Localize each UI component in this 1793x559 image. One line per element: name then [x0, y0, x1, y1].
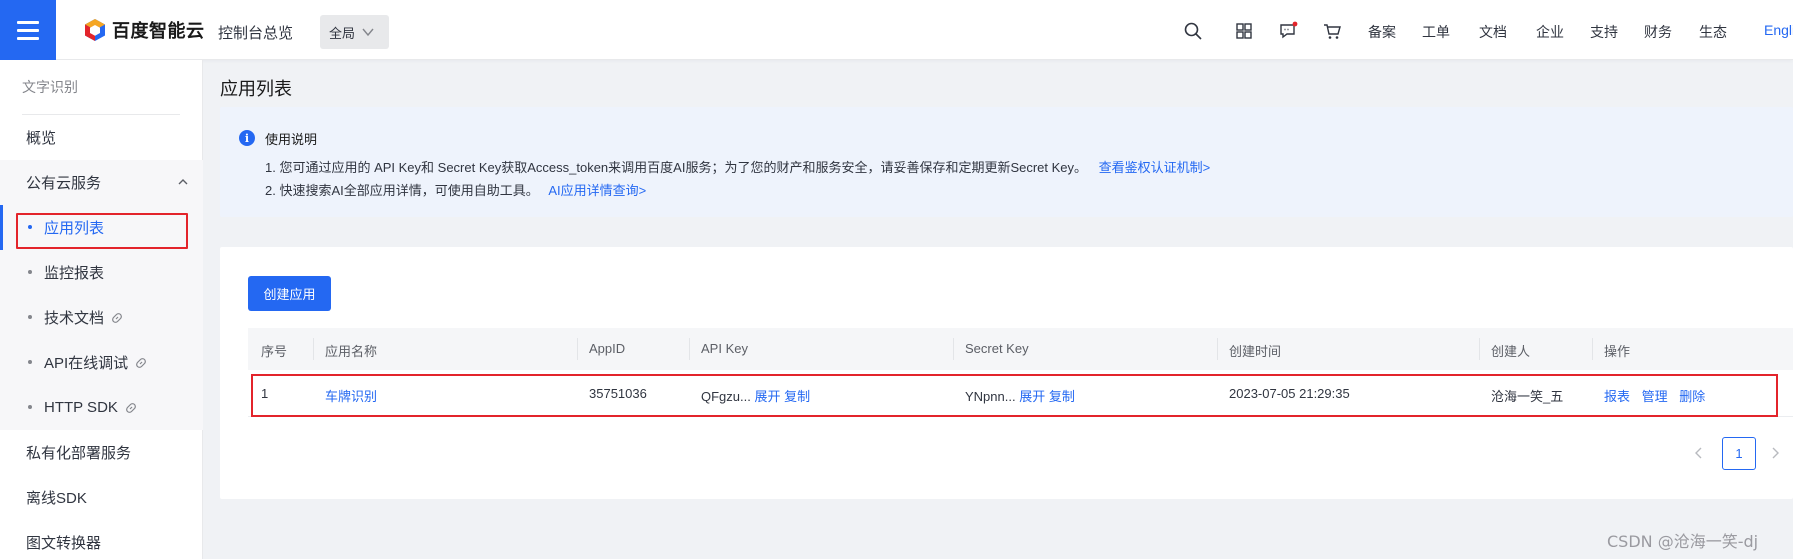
info-title: 使用说明 — [265, 132, 318, 147]
nav-docs[interactable]: 文档 — [1479, 22, 1507, 42]
nav-finance[interactable]: 财务 — [1644, 22, 1672, 42]
sidebar-item-monitoring[interactable]: 监控报表 — [0, 250, 203, 295]
nav-icp[interactable]: 备案 — [1368, 22, 1396, 42]
highlight-box-row — [251, 374, 1778, 417]
bullet-dot — [28, 405, 32, 409]
bullet-dot — [28, 315, 32, 319]
sidebar-item-api-debug[interactable]: API在线调试 — [0, 340, 203, 385]
region-select[interactable]: 全局 — [320, 15, 389, 49]
watermark: CSDN @沧海一笑-dj — [1607, 532, 1759, 551]
pager-page-current[interactable]: 1 — [1722, 437, 1756, 470]
sidebar-item-offline-sdk[interactable]: 离线SDK — [0, 475, 203, 520]
column-header: API Key — [701, 341, 748, 356]
bullet-dot — [28, 360, 32, 364]
table-header: 序号 应用名称 AppID API Key Secret Key 创建时间 创建… — [248, 328, 1793, 370]
sidebar-item-label: 图文转换器 — [26, 535, 102, 552]
sidebar-item-label: 公有云服务 — [26, 175, 102, 192]
nav-enterprise[interactable]: 企业 — [1536, 22, 1564, 42]
menu-icon[interactable] — [0, 0, 56, 60]
column-header: 操作 — [1604, 344, 1631, 359]
column-separator — [1217, 338, 1218, 360]
active-indicator — [0, 205, 3, 250]
column-separator — [953, 338, 954, 360]
column-separator — [1479, 338, 1480, 360]
info-text: 1. 您可通过应用的 API Key和 Secret Key获取Access_t… — [265, 160, 1088, 175]
column-separator — [313, 338, 314, 360]
nav-support[interactable]: 支持 — [1590, 22, 1618, 42]
brand-logo[interactable]: 百度智能云 — [83, 17, 205, 43]
sidebar-item-label: 私有化部署服务 — [26, 445, 132, 462]
app-detail-query-link[interactable]: AI应用详情查询> — [548, 183, 646, 198]
external-link-icon — [125, 402, 136, 413]
console-overview-link[interactable]: 控制台总览 — [218, 22, 293, 43]
grid-icon[interactable] — [1234, 21, 1254, 41]
sidebar-item-label: 离线SDK — [26, 490, 87, 507]
chevron-left-icon[interactable] — [1692, 446, 1706, 460]
external-link-icon — [112, 312, 122, 323]
sidebar-item-label: 概览 — [26, 130, 57, 147]
cart-icon[interactable] — [1322, 21, 1342, 41]
logo-icon — [85, 19, 105, 41]
sidebar-group-public-cloud[interactable]: 公有云服务 — [0, 160, 203, 205]
sidebar-item-label: 技术文档 — [44, 310, 105, 327]
column-header: 应用名称 — [325, 344, 378, 359]
sidebar-item-label: API在线调试 — [44, 355, 129, 372]
chevron-up-icon — [178, 179, 188, 185]
sidebar-item-label: HTTP SDK — [44, 399, 118, 416]
chevron-right-icon[interactable] — [1768, 446, 1782, 460]
sidebar-item-image-converter[interactable]: 图文转换器 — [0, 520, 203, 559]
sidebar-item-label: 监控报表 — [44, 265, 105, 282]
info-text: 2. 快速搜索AI全部应用详情，可使用自助工具。 — [265, 183, 539, 198]
search-icon[interactable] — [1183, 21, 1203, 41]
column-separator — [1592, 338, 1593, 360]
create-app-button[interactable]: 创建应用 — [248, 276, 331, 311]
chevron-down-icon — [362, 28, 374, 37]
sidebar: 文字识别 概览 公有云服务 应用列表 监控报表 技术文档 API在线调试 HTT… — [0, 60, 203, 559]
info-line-2: 2. 快速搜索AI全部应用详情，可使用自助工具。 AI应用详情查询> — [265, 180, 646, 199]
column-header: Secret Key — [965, 341, 1029, 356]
info-icon: i — [239, 130, 255, 146]
column-separator — [689, 338, 690, 360]
highlight-box-sidebar — [16, 213, 188, 249]
message-icon[interactable] — [1278, 21, 1298, 41]
sidebar-item-tech-docs[interactable]: 技术文档 — [0, 295, 203, 340]
sidebar-item-http-sdk[interactable]: HTTP SDK — [0, 385, 203, 430]
external-link-icon — [136, 357, 147, 368]
top-bar: 百度智能云 控制台总览 全局 备案 工单 文档 企业 支持 财务 生态 Engl… — [0, 0, 1793, 60]
sidebar-item-private-deploy[interactable]: 私有化部署服务 — [0, 430, 203, 475]
column-header: 序号 — [261, 344, 288, 359]
auth-mechanism-link[interactable]: 查看鉴权认证机制> — [1099, 160, 1211, 175]
sidebar-title: 文字识别 — [22, 79, 78, 95]
usage-info-panel: i 使用说明 1. 您可通过应用的 API Key和 Secret Key获取A… — [220, 107, 1793, 217]
sidebar-item-overview[interactable]: 概览 — [0, 115, 203, 160]
language-switch[interactable]: Engli — [1764, 22, 1793, 38]
logo-text: 百度智能云 — [112, 21, 205, 41]
column-header: 创建人 — [1491, 344, 1531, 359]
bullet-dot — [28, 270, 32, 274]
region-value: 全局 — [329, 25, 356, 41]
column-header: AppID — [589, 341, 626, 356]
info-line-1: 1. 您可通过应用的 API Key和 Secret Key获取Access_t… — [265, 157, 1210, 176]
column-separator — [577, 338, 578, 360]
page-title: 应用列表 — [220, 79, 292, 99]
nav-ecosystem[interactable]: 生态 — [1699, 22, 1727, 42]
column-header: 创建时间 — [1229, 344, 1282, 359]
nav-ticket[interactable]: 工单 — [1422, 22, 1450, 42]
